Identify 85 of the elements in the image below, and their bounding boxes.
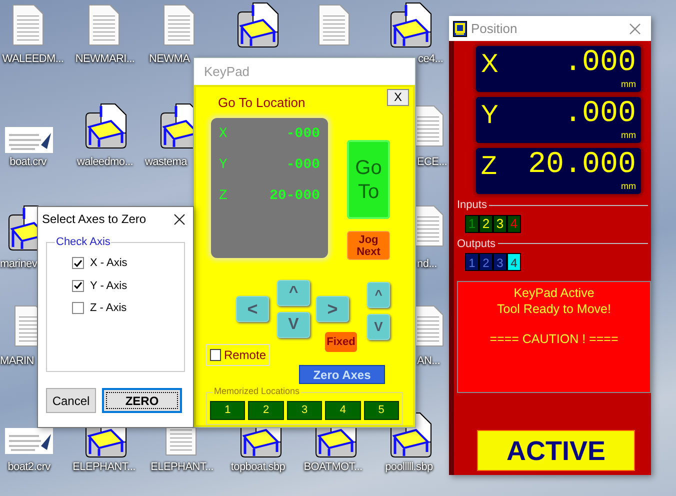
memory-location-button[interactable]: 3 <box>286 401 322 420</box>
boat-drawing-icon <box>5 127 53 153</box>
axis-value: 20.000 <box>528 150 636 180</box>
file-name-label[interactable]: boat2.crv <box>0 460 58 474</box>
unit-label: mm <box>621 131 636 140</box>
document-icon <box>163 4 195 46</box>
go-to-button[interactable]: Go To <box>347 140 390 219</box>
file-name-label[interactable]: ECE... <box>417 155 448 169</box>
option-label: Y - Axis <box>90 278 128 294</box>
status-button[interactable]: ACTIVE <box>477 430 635 471</box>
axis-value: -000 <box>286 156 320 175</box>
axis-label: Y <box>219 156 228 175</box>
dialog-button[interactable]: Cancel <box>46 388 96 413</box>
memory-location-button[interactable]: 4 <box>325 401 361 420</box>
input-indicator: 4 <box>507 214 521 232</box>
machine-file-icon <box>237 2 279 48</box>
machine-file-icon <box>390 2 432 48</box>
file-name-label[interactable]: NEWMA <box>149 52 193 66</box>
file-name-label[interactable]: ce4... <box>418 52 448 66</box>
z-up-button[interactable]: ^ <box>367 282 390 308</box>
axis-label: Y <box>481 101 498 127</box>
remote-checkbox[interactable]: Remote <box>206 344 270 366</box>
axis-value: -000 <box>286 125 320 144</box>
output-indicator: 3 <box>493 253 507 271</box>
file-name-label[interactable]: waleedmo... <box>72 155 138 169</box>
message-text: Tool Ready to Move! <box>497 301 611 317</box>
axis-value: .000 <box>564 99 636 129</box>
axis-label: X <box>219 125 228 144</box>
left-arrow-button[interactable]: < <box>236 296 269 322</box>
unit-label: mm <box>621 80 636 89</box>
file-name-label[interactable]: marinev <box>0 257 36 271</box>
z-down-button[interactable]: V <box>367 314 390 340</box>
message-text: KeyPad Active <box>514 285 594 301</box>
panel-heading: Go To Location <box>218 94 306 112</box>
memory-location-button[interactable]: 1 <box>210 401 246 420</box>
dialog-title: Select Axes to Zero <box>42 211 146 228</box>
dialog-button[interactable]: ZERO <box>102 388 182 413</box>
option-label: Z - Axis <box>90 301 127 316</box>
axis-value: .000 <box>564 48 636 78</box>
file-name-label[interactable]: AN... <box>417 354 448 368</box>
output-indicator: 2 <box>479 253 493 271</box>
file-name-label[interactable]: NEWMARI... <box>73 52 137 66</box>
right-arrow-button[interactable]: > <box>316 296 349 322</box>
close-icon[interactable] <box>174 214 185 224</box>
section-label: Outputs <box>457 236 496 252</box>
unit-label: mm <box>621 182 636 191</box>
memory-location-button[interactable]: 2 <box>248 401 284 420</box>
zero-axes-button[interactable]: Zero Axes <box>299 365 385 384</box>
file-name-label[interactable]: nd... <box>417 257 448 271</box>
axis-label: X <box>481 50 498 76</box>
jog-next-button[interactable]: Jog Next <box>347 231 390 260</box>
input-indicator: 2 <box>479 214 493 232</box>
axis-label: Z <box>219 187 228 206</box>
close-button[interactable]: X <box>387 88 409 106</box>
file-name-label[interactable]: boat.crv <box>0 155 56 169</box>
output-indicator: 1 <box>465 253 479 271</box>
checkbox[interactable] <box>210 349 221 361</box>
window-title: Position <box>471 20 518 38</box>
axis-value: 20-000 <box>270 187 320 206</box>
document-icon <box>12 4 44 46</box>
checkbox[interactable] <box>72 280 84 292</box>
document-icon <box>88 4 120 46</box>
up-arrow-button[interactable]: ^ <box>277 280 310 306</box>
check-icon <box>74 282 82 290</box>
output-indicator: 4 <box>507 253 521 271</box>
option-label: X - Axis <box>90 256 128 271</box>
file-name-label[interactable]: wastema <box>145 155 191 169</box>
memory-location-button[interactable]: 5 <box>364 401 400 420</box>
message-text: ==== CAUTION ! ==== <box>490 331 618 347</box>
checkbox[interactable] <box>72 257 84 270</box>
file-name-label[interactable]: ELEPHANT... <box>70 460 138 474</box>
fixed-button[interactable]: Fixed <box>325 332 357 352</box>
axis-label: Z <box>481 152 497 178</box>
file-name-label[interactable]: MARIN <box>0 354 36 368</box>
input-indicator: 1 <box>465 214 479 232</box>
input-indicator: 3 <box>493 214 507 232</box>
check-icon <box>74 260 82 267</box>
checkbox[interactable] <box>72 302 84 314</box>
window-title: KeyPad <box>204 62 250 81</box>
file-name-label[interactable]: WALEEDM... <box>0 52 66 66</box>
down-arrow-button[interactable]: V <box>277 312 310 338</box>
document-icon <box>318 4 350 46</box>
app-icon <box>453 20 467 36</box>
section-label: Inputs <box>457 198 487 213</box>
machine-file-icon <box>85 103 127 149</box>
